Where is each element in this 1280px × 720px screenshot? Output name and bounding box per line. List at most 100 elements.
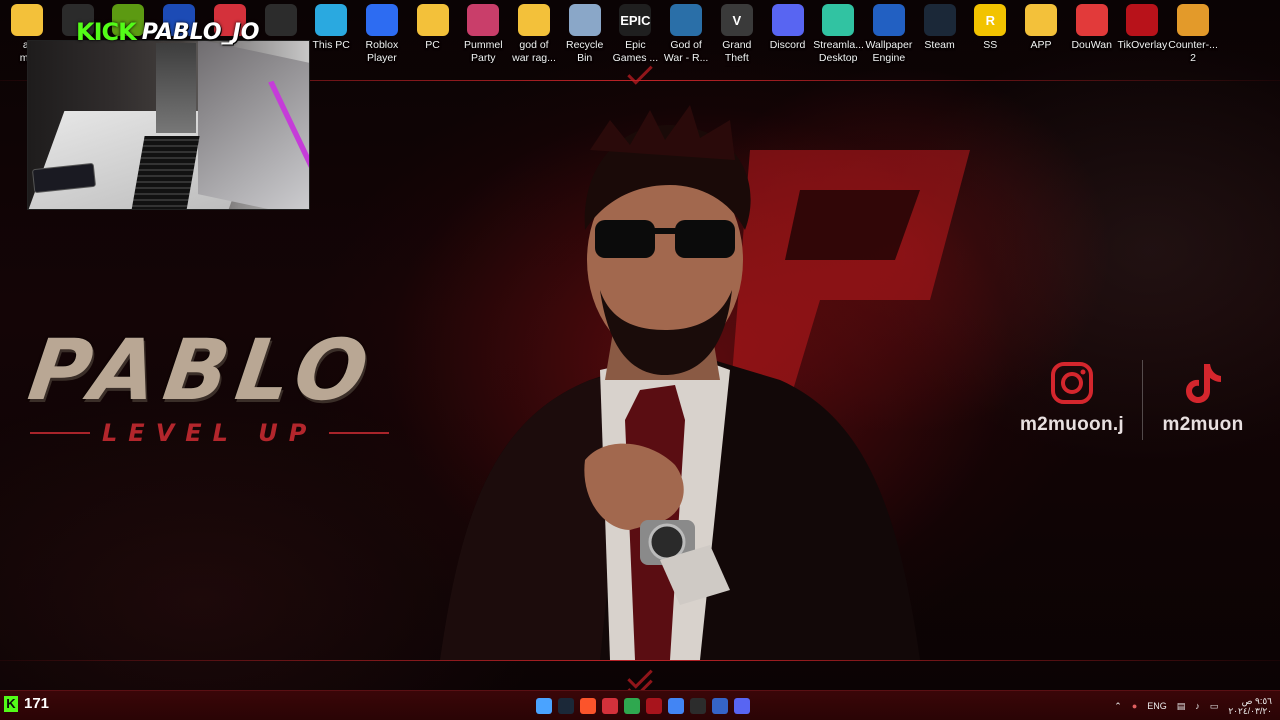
desktop-shortcut[interactable]: Pummel Party bbox=[458, 4, 508, 65]
desktop-shortcut[interactable]: God of War - R... bbox=[661, 4, 711, 65]
desktop-shortcut[interactable]: PC bbox=[408, 4, 458, 52]
desktop-shortcut[interactable]: EPIC Epic Games ... bbox=[610, 4, 660, 65]
desktop-shortcut[interactable]: Discord bbox=[763, 4, 813, 52]
desktop-shortcut-label: SS bbox=[983, 39, 998, 51]
system-clock[interactable]: ٩:٥٦ ص ٢٠٢٤/٠٣/٢٠ bbox=[1228, 696, 1272, 716]
desktop-shortcut[interactable]: Recycle Bin bbox=[560, 4, 610, 65]
social-instagram: m2muoon.j bbox=[1007, 360, 1137, 436]
lock-icon[interactable] bbox=[624, 698, 640, 714]
brand-dash-right bbox=[329, 432, 390, 434]
tiktok-studio-icon[interactable] bbox=[602, 698, 618, 714]
desktop-shortcut-label: God of War - R... bbox=[663, 39, 709, 64]
wallpaper-bottom-line bbox=[0, 660, 1280, 661]
obs-icon bbox=[264, 4, 297, 36]
kick-handle: PABLO_JO bbox=[141, 19, 260, 45]
brand-dash-left bbox=[30, 432, 90, 434]
desktop-shortcut[interactable]: This PC bbox=[306, 4, 356, 52]
desktop-shortcut-label: Roblox Player bbox=[365, 39, 399, 64]
kick-icon: K bbox=[4, 695, 18, 712]
volume-icon[interactable]: ♪ bbox=[1195, 701, 1200, 711]
desktop-shortcut-label: Counter-... 2 bbox=[1168, 39, 1218, 64]
shield-icon[interactable] bbox=[712, 698, 728, 714]
god-of-war-icon bbox=[670, 4, 703, 36]
folder-icon bbox=[1025, 4, 1057, 36]
desktop-shortcut-label: TikOverlay bbox=[1117, 39, 1168, 51]
language-indicator[interactable]: ENG bbox=[1147, 701, 1167, 711]
kick-stream-tag: KICK PABLO_JO bbox=[76, 18, 259, 46]
desktop-shortcut[interactable]: DouWan bbox=[1067, 4, 1117, 52]
desktop-shortcut[interactable] bbox=[256, 4, 306, 39]
folder-icon bbox=[518, 4, 550, 36]
taskbar: K 171 ⌃ ● ENG ▤ ♪ ▭ ٩:٥٦ ص ٢٠٢٤/٠٣/٢٠ bbox=[0, 690, 1280, 720]
desktop-shortcut[interactable]: Roblox Player bbox=[357, 4, 407, 65]
desktop-shortcut-label: Steam bbox=[924, 39, 955, 51]
desktop-shortcut[interactable]: god of war rag... bbox=[509, 4, 559, 65]
chevron-up-icon[interactable]: ⌃ bbox=[1114, 701, 1122, 712]
instagram-icon bbox=[1051, 362, 1093, 404]
monitor-icon bbox=[315, 4, 348, 36]
desktop-shortcut-label: Grand Theft Aut... bbox=[722, 39, 752, 67]
desktop-shortcut-label: APP bbox=[1030, 39, 1052, 51]
instagram-handle: m2muoon.j bbox=[1019, 414, 1125, 435]
brand-title: PABLO bbox=[23, 321, 382, 419]
brand-logo: PABLO LEVEL UP bbox=[23, 321, 420, 455]
desktop-shortcut-label: Streamla... Desktop bbox=[813, 39, 864, 64]
desktop-shortcut-label: This PC bbox=[312, 39, 350, 51]
webcam-monitor bbox=[156, 43, 196, 133]
clock-date: ٢٠٢٤/٠٣/٢٠ bbox=[1228, 706, 1272, 716]
steam-icon[interactable] bbox=[558, 698, 574, 714]
counter-strike-icon bbox=[1177, 4, 1210, 36]
kick-logo: KICK bbox=[76, 18, 137, 46]
system-tray: ⌃ ● ENG ▤ ♪ ▭ ٩:٥٦ ص ٢٠٢٤/٠٣/٢٠ bbox=[1114, 695, 1272, 717]
desktop-shortcut-label: Wallpaper Engine bbox=[865, 39, 913, 64]
discord-icon bbox=[771, 4, 804, 36]
social-tiktok: m2muon bbox=[1138, 360, 1268, 436]
gta-icon: V bbox=[720, 4, 753, 36]
taskbar-apps bbox=[536, 698, 750, 714]
network-icon[interactable]: ▤ bbox=[1177, 701, 1186, 712]
desktop-shortcut[interactable]: Steam bbox=[915, 4, 965, 52]
tiktok-icon bbox=[1186, 364, 1221, 403]
desktop-shortcut-label: DouWan bbox=[1071, 39, 1112, 51]
brave-icon[interactable] bbox=[580, 698, 596, 714]
tikoverlay-icon bbox=[1126, 4, 1159, 36]
desktop-shortcut-label: Discord bbox=[769, 39, 806, 51]
red-app-icon[interactable] bbox=[646, 698, 662, 714]
discord-icon[interactable] bbox=[734, 698, 750, 714]
rockstar-icon: R bbox=[974, 4, 1007, 36]
desktop-shortcut[interactable]: R SS bbox=[965, 4, 1015, 52]
desktop-shortcut-label: Epic Games ... bbox=[612, 39, 659, 64]
folder-icon bbox=[416, 4, 449, 36]
desktop-shortcut-label: PC bbox=[425, 39, 440, 51]
desktop-shortcut[interactable]: TikOverlay bbox=[1117, 4, 1167, 52]
tiktok-handle: m2muon bbox=[1162, 414, 1244, 435]
microphone-icon[interactable]: ● bbox=[1132, 701, 1137, 711]
kick-viewer-widget[interactable]: K 171 bbox=[4, 695, 49, 712]
battery-icon[interactable]: ▭ bbox=[1210, 701, 1219, 712]
wallpaper-engine-icon bbox=[872, 4, 905, 36]
clock-time: ٩:٥٦ ص bbox=[1241, 696, 1272, 706]
epic-games-icon: EPIC bbox=[619, 4, 652, 36]
recycle-bin-icon bbox=[568, 4, 601, 36]
desktop-shortcut[interactable]: Streamla... Desktop bbox=[813, 4, 863, 65]
folder-icon bbox=[11, 4, 43, 36]
brand-subtitle: LEVEL UP bbox=[102, 419, 318, 447]
chrome-icon[interactable] bbox=[668, 698, 684, 714]
pummel-party-icon bbox=[467, 4, 500, 36]
desktop-shortcut[interactable]: Counter-... 2 bbox=[1168, 4, 1218, 65]
start-icon[interactable] bbox=[536, 698, 552, 714]
steam-icon bbox=[923, 4, 956, 36]
webcam-monitor bbox=[198, 41, 309, 209]
roblox-icon bbox=[365, 4, 398, 36]
kick-viewer-count: 171 bbox=[24, 695, 50, 712]
obs-icon[interactable] bbox=[690, 698, 706, 714]
desktop-shortcut[interactable]: V Grand Theft Aut... bbox=[712, 4, 762, 67]
desktop-shortcut[interactable]: APP bbox=[1016, 4, 1066, 52]
desktop-shortcut[interactable]: Wallpaper Engine bbox=[864, 4, 914, 65]
streamlabs-icon bbox=[822, 4, 855, 36]
desktop-shortcut-label: Pummel Party bbox=[464, 39, 503, 64]
webcam-overlay bbox=[27, 40, 310, 210]
brand-subtitle-row: LEVEL UP bbox=[30, 419, 420, 447]
douwan-icon bbox=[1075, 4, 1108, 36]
person-illustration bbox=[440, 105, 920, 660]
